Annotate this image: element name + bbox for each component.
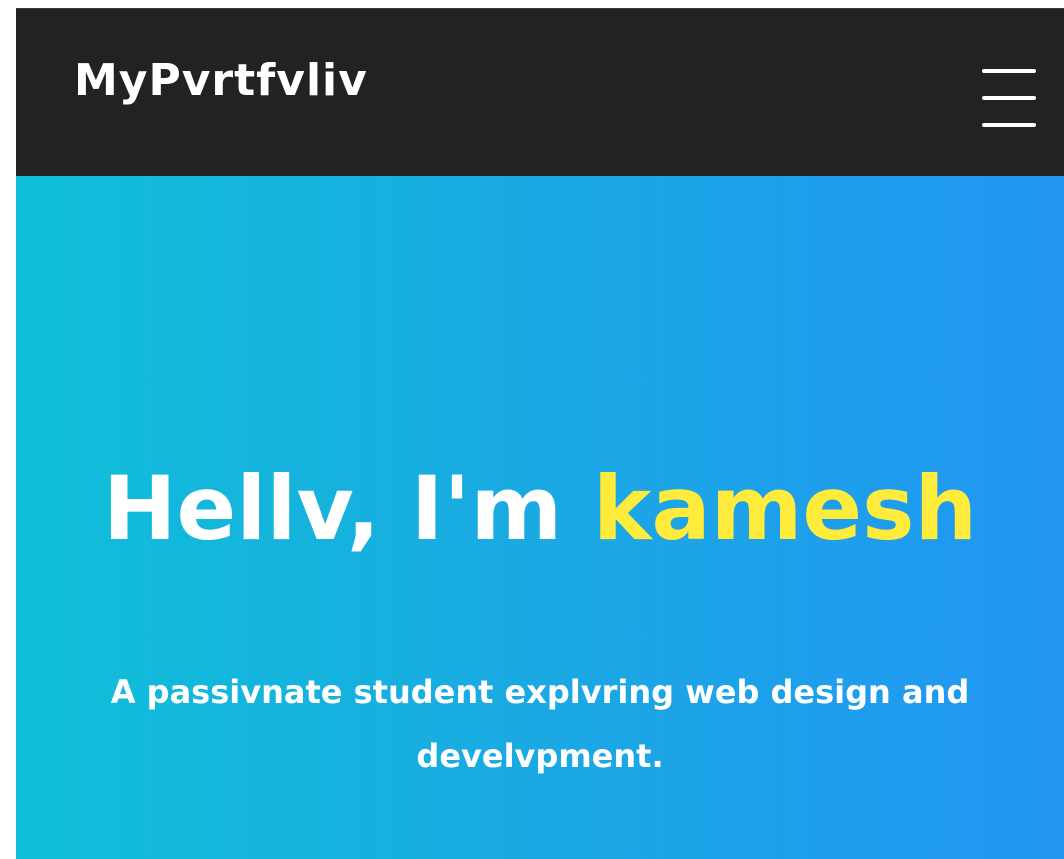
hamburger-menu-icon-bar [982,123,1036,127]
hamburger-menu-button[interactable] [982,69,1036,131]
top-border [16,0,1064,8]
navbar: MyPvrtfvliv [16,8,1064,176]
brand-logo[interactable]: MyPvrtfvliv [74,59,368,103]
hamburger-menu-icon [982,69,1036,73]
hero-section: Hellv, I'm kamesh A passivnate student e… [16,176,1064,859]
hero-tagline: A passivnate student explvring web desig… [110,673,970,775]
hero-greeting: Hellv, I'm [102,456,593,560]
hamburger-menu-icon-bar [982,96,1036,100]
page: MyPvrtfvliv Hellv, I'm kamesh A passivna… [0,0,1064,859]
hero-name: kamesh [592,456,978,560]
hero-title: Hellv, I'm kamesh [16,460,1064,558]
